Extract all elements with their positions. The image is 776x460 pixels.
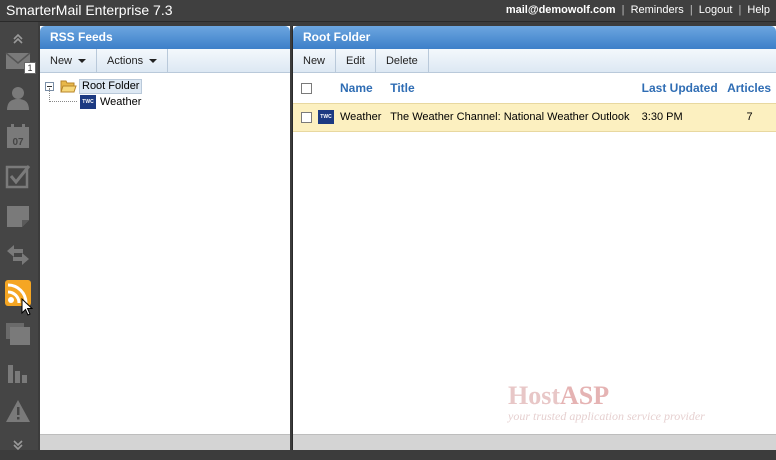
tree-item-root-folder[interactable]: Root Folder <box>79 79 143 94</box>
new-dropdown-button[interactable]: New <box>40 49 98 72</box>
hostasp-watermark: HostASP your trusted application service… <box>508 381 708 424</box>
calendar-icon[interactable]: 07 <box>5 123 31 149</box>
separator: | <box>689 4 693 16</box>
mouse-cursor-icon <box>21 297 34 321</box>
mail-unread-badge: 1 <box>24 62 36 74</box>
top-links: mail@demowolf.com | Reminders | Logout |… <box>506 4 770 16</box>
root-folder-pane: Root Folder New Edit Delete Name Title L… <box>292 26 776 450</box>
right-pane-footer <box>293 434 776 450</box>
twc-feed-icon: TWC <box>80 95 96 109</box>
watermark-host: Host <box>508 381 560 410</box>
rss-feeds-header: RSS Feeds <box>40 26 290 49</box>
navigation-icon-bar: 1 07 <box>0 22 38 451</box>
delete-button[interactable]: Delete <box>376 49 429 72</box>
reports-icon[interactable] <box>5 359 31 385</box>
calendar-day-text: 07 <box>12 137 24 148</box>
cell-title: The Weather Channel: National Weather Ou… <box>386 102 638 132</box>
alerts-icon[interactable] <box>5 398 31 424</box>
icon-column <box>316 73 336 103</box>
contacts-icon[interactable] <box>5 85 31 111</box>
help-link[interactable]: Help <box>747 4 770 16</box>
select-all-column <box>293 73 316 103</box>
table-header-row: Name Title Last Updated Articles <box>293 73 776 103</box>
separator: | <box>621 4 625 16</box>
rss-feeds-pane: RSS Feeds New Actions Root Folder TWC We… <box>40 26 290 450</box>
rss-feeds-toolbar: New Actions <box>40 49 290 73</box>
sync-icon[interactable] <box>5 242 31 268</box>
top-bar: SmarterMail Enterprise 7.3 mail@demowolf… <box>0 0 776 22</box>
chevron-down-icon <box>78 58 87 63</box>
app-title: SmarterMail Enterprise 7.3 <box>6 2 173 18</box>
collapse-up-icon[interactable] <box>5 24 31 44</box>
watermark-asp: ASP <box>560 381 610 410</box>
tree-row-root-folder[interactable]: Root Folder <box>40 77 290 96</box>
select-all-checkbox[interactable] <box>301 83 312 95</box>
watermark-tagline: your trusted application service provide… <box>508 409 705 423</box>
new-button[interactable]: New <box>293 49 337 72</box>
folder-open-icon <box>60 79 77 96</box>
user-email-link[interactable]: mail@demowolf.com <box>506 4 616 16</box>
edit-button[interactable]: Edit <box>336 49 376 72</box>
tree-item-weather[interactable]: Weather <box>100 96 141 108</box>
reminders-link[interactable]: Reminders <box>631 4 684 16</box>
cell-articles: 7 <box>723 102 776 132</box>
root-folder-header: Root Folder <box>293 26 776 49</box>
feeds-table: Name Title Last Updated Articles TWC Wea… <box>293 73 776 132</box>
twc-feed-icon: TWC <box>318 110 334 124</box>
actions-button-label: Actions <box>107 54 144 67</box>
column-header-last-updated[interactable]: Last Updated <box>638 73 723 103</box>
column-header-title[interactable]: Title <box>386 73 637 103</box>
root-folder-toolbar: New Edit Delete <box>293 49 776 73</box>
logout-link[interactable]: Logout <box>699 4 733 16</box>
folder-tree: Root Folder TWC Weather <box>40 73 290 109</box>
tree-connector <box>49 101 77 102</box>
watermark-brand: HostASP <box>508 381 708 411</box>
row-checkbox-cell <box>293 102 316 132</box>
tree-connector <box>49 88 50 102</box>
left-pane-footer <box>40 434 290 450</box>
collapse-down-icon[interactable] <box>5 434 31 451</box>
tasks-icon[interactable] <box>5 163 31 189</box>
chevron-down-icon <box>149 58 158 63</box>
files-icon[interactable] <box>5 320 31 346</box>
cell-name: Weather <box>336 102 387 132</box>
new-button-label: New <box>50 54 73 67</box>
cell-last-updated: 3:30 PM <box>637 102 724 132</box>
row-icon-cell: TWC <box>316 102 336 132</box>
column-header-name[interactable]: Name <box>336 73 386 103</box>
row-checkbox[interactable] <box>301 111 312 123</box>
separator: | <box>738 4 742 16</box>
notes-icon[interactable] <box>5 203 31 229</box>
table-row[interactable]: TWC Weather The Weather Channel: Nationa… <box>293 102 776 132</box>
column-header-articles[interactable]: Articles <box>723 73 776 103</box>
actions-dropdown-button[interactable]: Actions <box>97 49 169 72</box>
